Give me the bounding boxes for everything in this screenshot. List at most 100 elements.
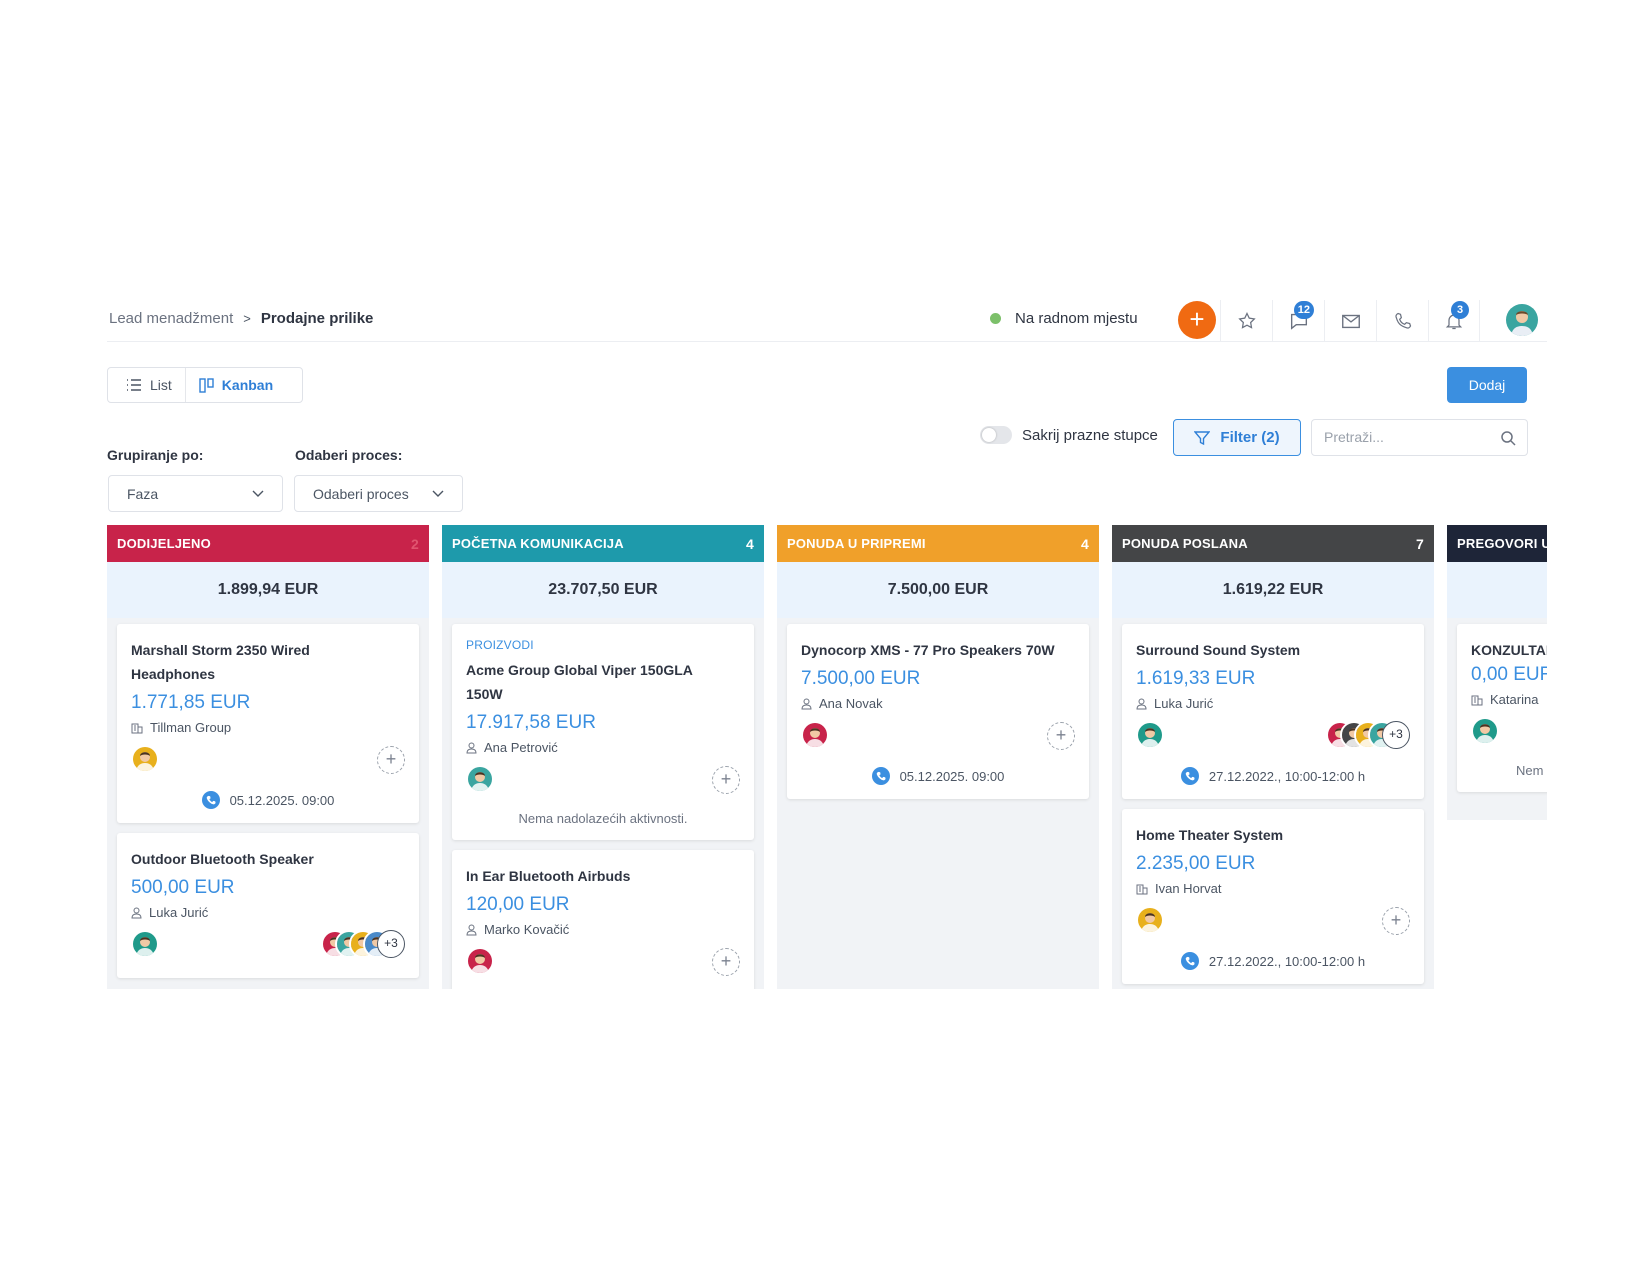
assignee-row: +: [1136, 906, 1410, 940]
notifications-button[interactable]: 3: [1428, 300, 1480, 342]
card-title-line: Outdoor Bluetooth Speaker: [131, 851, 314, 867]
quick-add-button[interactable]: +: [1178, 301, 1216, 339]
activity-date: 27.12.2022., 10:00-12:00 h: [1208, 953, 1366, 969]
add-assignee-button[interactable]: +: [1047, 722, 1075, 750]
card-title: KONZULTAN: [1471, 638, 1547, 662]
add-assignee-button[interactable]: +: [712, 948, 740, 976]
deal-card[interactable]: Dynocorp XMS - 77 Pro Speakers 70W 7.500…: [787, 624, 1089, 799]
column-header[interactable]: POČETNA KOMUNIKACIJA 4: [442, 525, 764, 562]
card-company: Ivan Horvat: [1136, 881, 1410, 896]
person-icon: [1136, 698, 1147, 709]
avatar[interactable]: [801, 721, 829, 749]
column-total: [1447, 562, 1547, 618]
avatar[interactable]: [131, 930, 159, 958]
chevron-down-icon: [432, 490, 444, 497]
kanban-column: POČETNA KOMUNIKACIJA 4 23.707,50 EUR PRO…: [442, 525, 764, 989]
assignee-row: +3: [1136, 721, 1410, 755]
column-title: DODIJELJENO: [117, 536, 211, 551]
grouping-select[interactable]: Faza: [108, 475, 283, 512]
avatar[interactable]: [1471, 717, 1499, 745]
list-view-button[interactable]: List: [108, 368, 186, 402]
phone-icon: [871, 767, 890, 785]
card-meta-text: Ivan Horvat: [1155, 881, 1222, 896]
chat-button[interactable]: 12: [1272, 300, 1324, 342]
deal-card[interactable]: PROIZVODI Acme Group Global Viper 150GLA…: [452, 624, 754, 840]
card-title-line: 150W: [466, 686, 503, 702]
assignee-row: +: [466, 765, 740, 799]
card-title-line: KONZULTAN: [1471, 642, 1547, 658]
person-icon: [466, 742, 477, 753]
card-title: Surround Sound System: [1136, 638, 1410, 662]
user-avatar-icon: [1511, 311, 1533, 336]
deal-card[interactable]: Outdoor Bluetooth Speaker 500,00 EUR Luk…: [117, 833, 419, 978]
assignee-stack[interactable]: +3: [1326, 721, 1410, 749]
no-activity-text: Nema nadolazećih aktivnosti.: [518, 811, 688, 826]
top-bar: Lead menadžment > Prodajne prilike Na ra…: [107, 300, 1547, 342]
column-total: 7.500,00 EUR: [777, 562, 1099, 618]
assignee-stack[interactable]: +3: [321, 930, 405, 958]
activity[interactable]: 05.12.2025. 09:00: [801, 767, 1075, 785]
avatar[interactable]: [466, 765, 494, 793]
page-title: Prodajne prilike: [260, 310, 374, 327]
deal-card[interactable]: In Ear Bluetooth Airbuds 120,00 EUR Mark…: [452, 850, 754, 989]
activity[interactable]: 27.12.2022., 10:00-12:00 h: [1136, 767, 1410, 785]
phone-icon: [1180, 767, 1199, 785]
column-header[interactable]: PONUDA POSLANA 7: [1112, 525, 1434, 562]
add-button[interactable]: Dodaj: [1447, 367, 1527, 403]
card-meta-text: Katarina: [1490, 692, 1539, 707]
avatar[interactable]: [1136, 906, 1164, 934]
kanban-view-label: Kanban: [221, 377, 274, 393]
card-company: Katarina: [1471, 692, 1547, 707]
card-title-line: Dynocorp XMS - 77 Pro Speakers 70W: [801, 642, 1055, 658]
favorites-button[interactable]: [1220, 300, 1272, 342]
kanban-view-button[interactable]: Kanban: [186, 368, 286, 402]
deal-card[interactable]: KONZULTAN 0,00 EUR Katarina Nem: [1457, 624, 1547, 792]
search-icon[interactable]: [1500, 430, 1516, 446]
card-title-line: In Ear Bluetooth Airbuds: [466, 868, 631, 884]
column-total: 1.619,22 EUR: [1112, 562, 1434, 618]
column-total: 23.707,50 EUR: [442, 562, 764, 618]
list-icon: [127, 379, 141, 391]
deal-card[interactable]: Marshall Storm 2350 Wired Headphones 1.7…: [117, 624, 419, 823]
column-header[interactable]: PONUDA U PRIPREMI 4: [777, 525, 1099, 562]
user-avatar[interactable]: [1506, 304, 1538, 336]
kanban-icon: [199, 377, 214, 393]
add-assignee-button[interactable]: +: [377, 746, 405, 774]
process-select[interactable]: Odaberi proces: [294, 475, 463, 512]
card-title: Marshall Storm 2350 Wired Headphones: [131, 638, 405, 686]
activity[interactable]: 05.12.2025. 09:00: [131, 791, 405, 809]
search-input[interactable]: [1324, 429, 1494, 445]
column-header[interactable]: PREGOVORI U: [1447, 525, 1547, 562]
card-meta-text: Tillman Group: [150, 720, 232, 735]
card-owner: Marko Kovačić: [466, 922, 740, 937]
deal-card[interactable]: Home Theater System 2.235,00 EUR Ivan Ho…: [1122, 809, 1424, 984]
column-header[interactable]: DODIJELJENO 2: [107, 525, 429, 562]
no-activity-text: Nem: [1516, 763, 1544, 778]
card-meta-text: Ana Petrović: [484, 740, 558, 755]
chevron-down-icon: [252, 490, 264, 497]
deal-card[interactable]: Surround Sound System 1.619,33 EUR Luka …: [1122, 624, 1424, 799]
activity[interactable]: 27.12.2022., 10:00-12:00 h: [1136, 952, 1410, 970]
breadcrumb-separator: >: [243, 311, 251, 326]
avatar[interactable]: [466, 947, 494, 975]
mail-button[interactable]: [1324, 300, 1376, 342]
more-assignees: +3: [377, 930, 405, 958]
avatar[interactable]: [1136, 721, 1164, 749]
filter-button[interactable]: Filter (2): [1173, 419, 1301, 456]
avatar[interactable]: [131, 745, 159, 773]
column-count: 2: [411, 535, 419, 552]
breadcrumb-parent[interactable]: Lead menadžment: [109, 310, 233, 327]
add-assignee-button[interactable]: +: [712, 766, 740, 794]
presence-status[interactable]: Na radnom mjestu: [990, 310, 1138, 327]
column-title: PONUDA POSLANA: [1122, 536, 1248, 551]
card-meta-text: Marko Kovačić: [484, 922, 570, 937]
breadcrumb: Lead menadžment > Prodajne prilike: [109, 310, 373, 327]
person-icon: [131, 907, 142, 918]
phone-button[interactable]: [1376, 300, 1428, 342]
card-owner: Luka Jurić: [131, 905, 405, 920]
hide-empty-label: Sakrij prazne stupce: [1022, 426, 1158, 444]
hide-empty-switch[interactable]: [980, 426, 1012, 444]
add-assignee-button[interactable]: +: [1382, 907, 1410, 935]
list-view-label: List: [150, 377, 172, 393]
card-meta-text: Luka Jurić: [1154, 696, 1214, 711]
